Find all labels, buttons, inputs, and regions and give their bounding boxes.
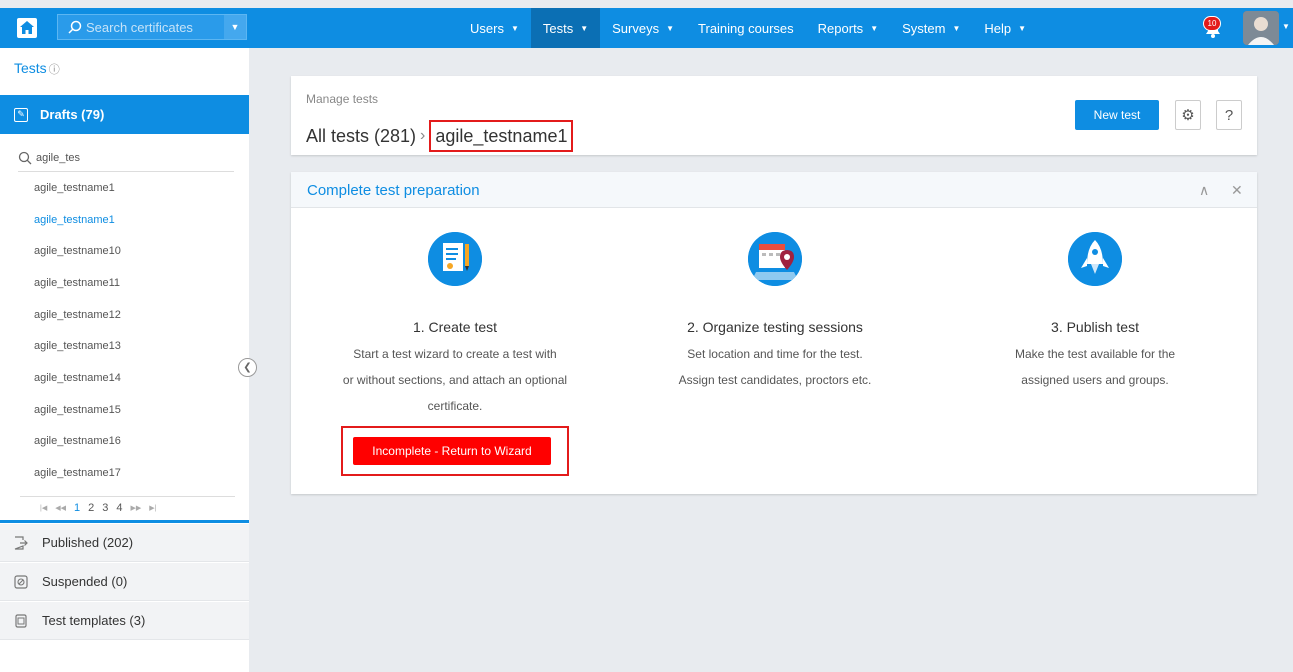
new-test-button[interactable]: New test	[1075, 100, 1159, 130]
list-item[interactable]: agile_testname11	[0, 267, 249, 299]
panel-title: Complete test preparation	[307, 182, 480, 199]
question-icon: ?	[1224, 106, 1234, 124]
breadcrumb-current: agile_testname1	[429, 120, 574, 152]
user-avatar-icon	[1243, 11, 1279, 45]
list-item[interactable]: agile_testname16	[0, 426, 249, 458]
search-icon	[18, 151, 32, 164]
chevron-left-icon: ❮	[243, 362, 252, 373]
chevron-down-icon: ▼	[870, 23, 879, 33]
template-icon	[14, 613, 28, 628]
pagination: |◀ ◀◀ 1 2 3 4 ▶▶ ▶|	[20, 496, 235, 518]
collapse-sidebar-button[interactable]: ❮	[238, 358, 257, 377]
step-description: Set location and time for the test. Assi…	[678, 347, 872, 387]
gear-icon: ⚙	[1181, 107, 1195, 124]
drafts-search-input[interactable]	[36, 151, 216, 164]
notification-count-badge: 10	[1203, 16, 1221, 31]
home-button[interactable]	[6, 14, 48, 42]
avatar[interactable]	[1243, 11, 1279, 45]
step-create-test: 1. Create test Start a test wizard to cr…	[305, 232, 605, 419]
home-icon	[17, 18, 37, 38]
search-dropdown-icon[interactable]: ▼	[224, 15, 246, 39]
breadcrumb: All tests (281) › agile_testname1	[306, 120, 574, 152]
sidebar-section-published[interactable]: Published (202)	[0, 524, 249, 562]
search-icon	[64, 16, 86, 38]
nav-system[interactable]: System ▼	[890, 8, 972, 48]
step-title: 1. Create test	[412, 319, 498, 335]
rocket-icon	[1068, 232, 1122, 286]
certificate-search[interactable]: ▼	[57, 14, 247, 40]
chevron-down-icon: ▼	[1018, 23, 1027, 33]
step-title: 2. Organize testing sessions	[687, 319, 863, 335]
top-navigation-bar: ▼ Users▼ Tests▼ Surveys▼ Training course…	[0, 8, 1293, 48]
next-page-icon[interactable]: ▶▶	[130, 504, 141, 512]
sidebar-section-suspended[interactable]: Suspended (0)	[0, 563, 249, 601]
chevron-down-icon: ▼	[510, 23, 519, 33]
publish-arrow-icon	[14, 535, 28, 550]
nav-surveys[interactable]: Surveys ▼	[600, 8, 686, 48]
drafts-search[interactable]	[18, 144, 234, 172]
nav-reports[interactable]: Reports ▼	[806, 8, 890, 48]
help-circle-icon[interactable]: ⓘ	[49, 64, 60, 76]
drafts-list: agile_testname1 agile_testname1 agile_te…	[0, 172, 249, 489]
first-page-icon[interactable]: |◀	[40, 504, 47, 512]
suspended-icon	[14, 574, 28, 589]
search-input[interactable]	[86, 19, 216, 35]
return-to-wizard-button[interactable]: Incomplete - Return to Wizard	[353, 437, 551, 465]
chevron-down-icon: ▼	[952, 23, 961, 33]
step-publish-test: 3. Publish test Make the test available …	[945, 232, 1245, 393]
divider	[0, 520, 249, 523]
document-pencil-icon	[428, 232, 482, 286]
step-organize-sessions: 2. Organize testing sessions Set locatio…	[625, 232, 925, 393]
tests-sidebar: Testsⓘ ✎ Drafts (79) agile_testname1 agi…	[0, 48, 249, 672]
step-title: 3. Publish test	[1051, 319, 1139, 335]
panel-header: Complete test preparation ∧ ✕	[291, 172, 1257, 208]
chevron-right-icon: ›	[420, 127, 426, 144]
nav-tests[interactable]: Tests ▼	[530, 8, 601, 48]
sidebar-section-templates[interactable]: Test templates (3)	[0, 602, 249, 640]
nav-training-courses[interactable]: Training courses	[686, 8, 806, 48]
step-description: Start a test wizard to create a test wit…	[342, 347, 568, 413]
notifications-button[interactable]: 10	[1200, 16, 1226, 40]
nav-help[interactable]: Help ▼	[972, 8, 1038, 48]
step-description: Make the test available for the assigned…	[1014, 347, 1176, 387]
sidebar-section-drafts[interactable]: ✎ Drafts (79)	[0, 95, 249, 134]
main-nav: Users ▼ Tests ▼ Surveys ▼ Training courses …	[458, 8, 1038, 48]
sidebar-title: Tests ⓘ	[14, 60, 60, 76]
nav-users[interactable]: Users ▼	[458, 8, 531, 48]
calendar-location-icon	[748, 232, 802, 286]
edit-icon: ✎	[14, 107, 28, 122]
page-link[interactable]: 3	[102, 502, 108, 514]
last-page-icon[interactable]: ▶|	[149, 504, 156, 512]
page-link[interactable]: 4	[116, 502, 122, 514]
list-item[interactable]: agile_testname14	[0, 362, 249, 394]
collapse-panel-icon[interactable]: ∧	[1199, 182, 1209, 199]
list-item[interactable]: agile_testname17	[0, 457, 249, 489]
close-icon[interactable]: ✕	[1231, 182, 1243, 199]
list-item[interactable]: agile_testname15	[0, 394, 249, 426]
page-link[interactable]: 2	[88, 502, 94, 514]
breadcrumb-root[interactable]: All tests (281)	[306, 126, 416, 147]
wizard-highlight: Incomplete - Return to Wizard	[341, 426, 569, 476]
list-item[interactable]: agile_testname13	[0, 330, 249, 362]
chevron-down-icon: ▼	[580, 23, 589, 33]
list-item[interactable]: agile_testname12	[0, 299, 249, 331]
previous-page-icon[interactable]: ◀◀	[55, 504, 66, 512]
list-item-active[interactable]: agile_testname1	[0, 204, 249, 236]
page-subtitle: Manage tests	[306, 92, 379, 106]
user-menu-chevron-icon[interactable]: ▼	[1282, 22, 1290, 31]
help-button[interactable]: ?	[1216, 100, 1242, 130]
test-preparation-panel: Complete test preparation ∧ ✕ 1. Create …	[291, 172, 1257, 494]
list-item[interactable]: agile_testname1	[0, 172, 249, 204]
settings-button[interactable]: ⚙	[1175, 100, 1201, 130]
page-header: Manage tests All tests (281) › agile_tes…	[291, 76, 1257, 155]
chevron-down-icon: ▼	[666, 23, 675, 33]
list-item[interactable]: agile_testname10	[0, 235, 249, 267]
page-link[interactable]: 1	[74, 502, 80, 514]
